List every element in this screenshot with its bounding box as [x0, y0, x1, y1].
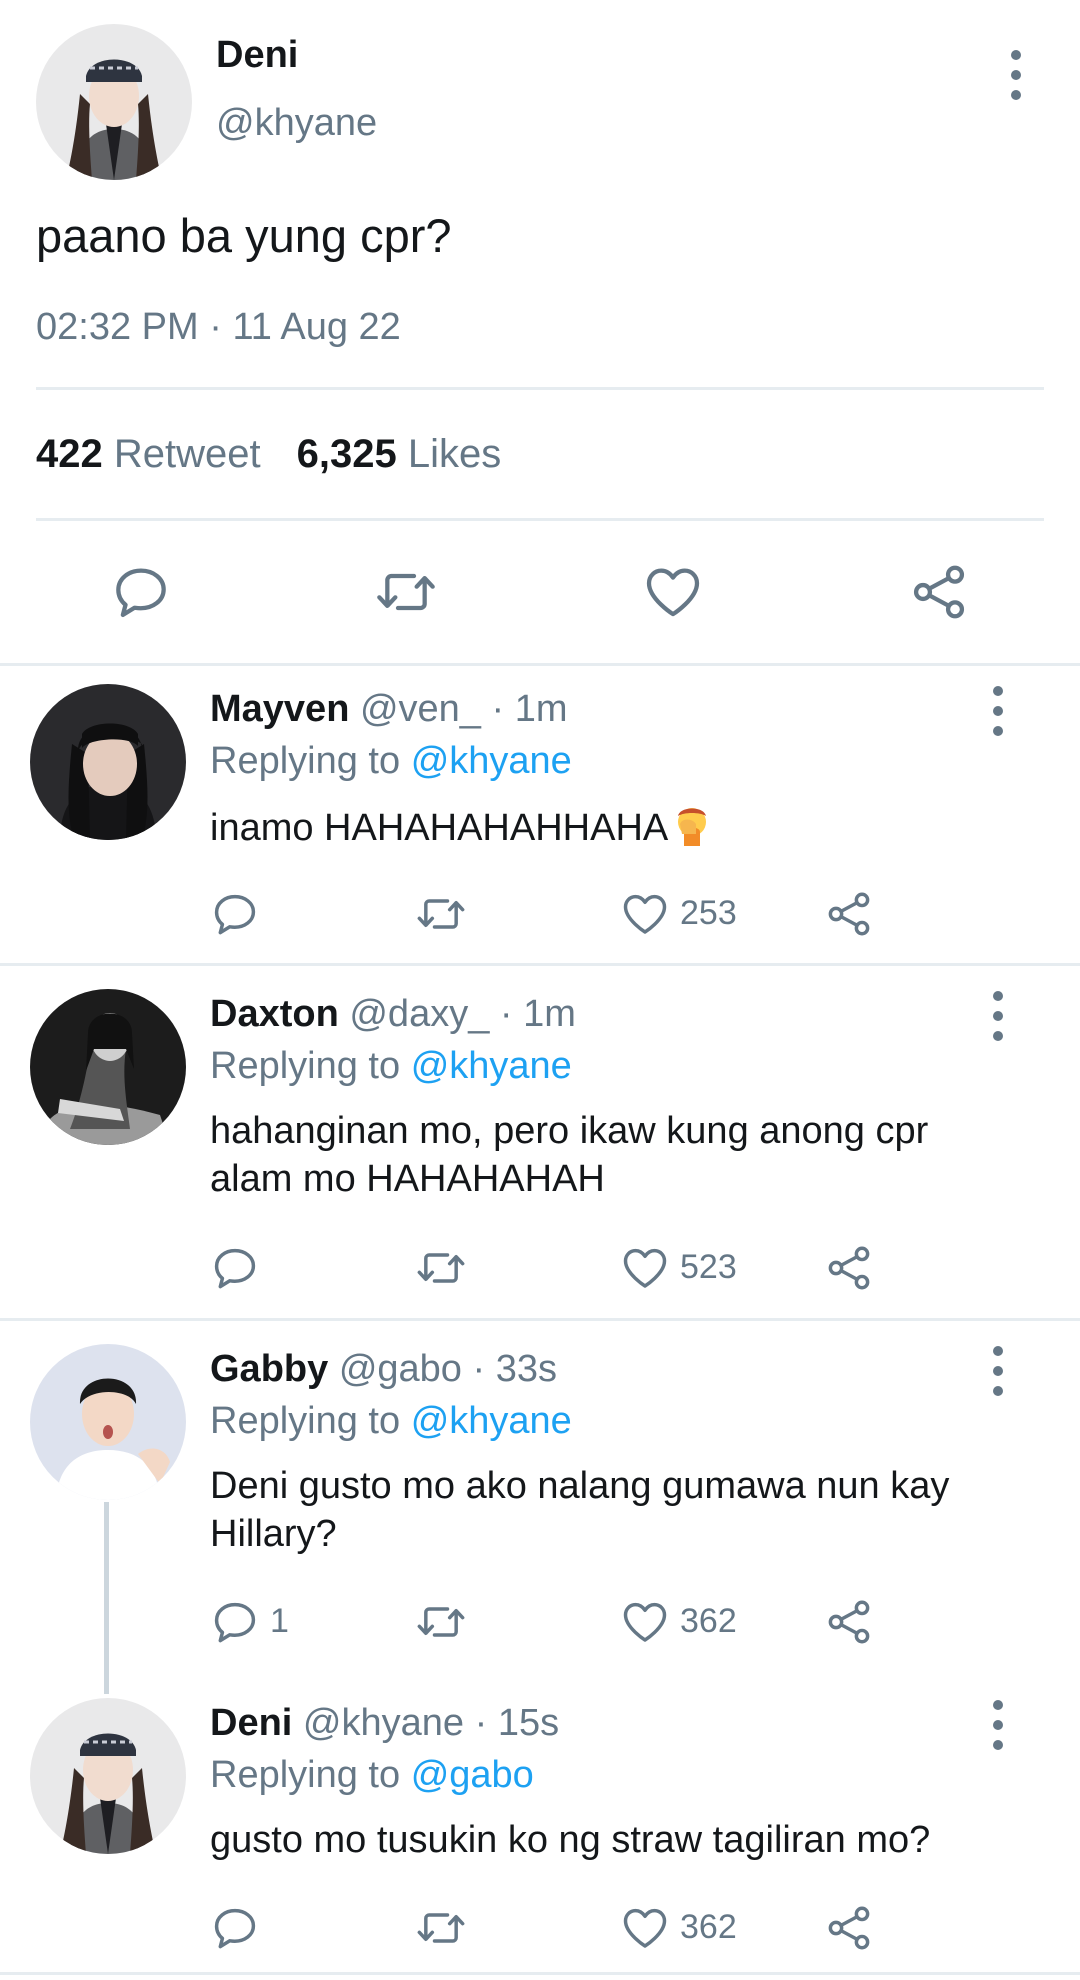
divider [0, 1972, 1080, 1975]
retweet-label: Retweet [113, 432, 261, 476]
share-icon[interactable] [823, 1596, 875, 1648]
avatar[interactable] [30, 1344, 186, 1500]
reply-text: gusto mo tusukin ko ng straw tagiliran m… [210, 1819, 931, 1861]
heart-icon[interactable] [619, 1902, 671, 1954]
share-icon[interactable] [823, 1902, 875, 1954]
divider [0, 1318, 1080, 1321]
more-vertical-icon[interactable] [986, 686, 1010, 736]
likes-count: 6,325 [296, 432, 397, 476]
retweet-arrows-icon[interactable] [415, 1902, 467, 1954]
reply-author-handle[interactable]: @ven_ [360, 688, 481, 730]
tweet-time: 02:32 PM [36, 306, 199, 348]
meta-separator: · [209, 306, 222, 348]
replying-mention-link[interactable]: @khyane [411, 740, 572, 782]
retweet-count: 422 [36, 432, 103, 476]
like-count: 362 [680, 1602, 737, 1640]
divider [36, 518, 1044, 521]
tweet-date: 11 Aug 22 [232, 306, 401, 348]
reply-text: Deni gusto mo ako nalang gumawa nun kay … [210, 1465, 950, 1555]
main-tweet-text: paano ba yung cpr? [36, 209, 452, 262]
reply-author-name[interactable]: Deni [210, 1702, 292, 1744]
main-author-handle[interactable]: @khyane [216, 102, 377, 145]
replying-to: Replying to @khyane [210, 1045, 572, 1088]
reply-header: Deni @khyane · 15s [210, 1702, 559, 1745]
reply-header: Daxton @daxy_ · 1m [210, 993, 576, 1036]
main-avatar[interactable] [36, 24, 192, 180]
retweet-stat[interactable]: 422 Retweet [36, 432, 261, 476]
divider [36, 387, 1044, 390]
reply-time: · 15s [474, 1702, 560, 1744]
main-tweet-timestamp: 02:32 PM · 11 Aug 22 [36, 306, 401, 349]
reply-bubble-icon[interactable] [209, 1902, 261, 1954]
like-count: 253 [680, 894, 737, 932]
reply-bubble-icon[interactable] [209, 888, 261, 940]
thread-connector-line [104, 1502, 109, 1694]
reply-time: · 1m [491, 688, 568, 730]
replying-to: Replying to @khyane [210, 740, 572, 783]
reply-time: · 33s [472, 1348, 557, 1390]
reply-header: Mayven @ven_ · 1m [210, 688, 568, 731]
replying-prefix: Replying to [210, 1400, 401, 1442]
likes-stat[interactable]: 6,325 Likes [297, 432, 502, 476]
divider [0, 663, 1080, 666]
reply-text-content: inamo HAHAHAHAHHAHA [210, 807, 669, 849]
reply-header: Gabby @gabo · 33s [210, 1348, 557, 1391]
avatar[interactable] [30, 684, 186, 840]
reply-bubble-icon[interactable] [109, 560, 173, 624]
replying-to: Replying to @gabo [210, 1754, 534, 1797]
share-icon[interactable] [823, 1242, 875, 1294]
replying-to: Replying to @khyane [210, 1400, 572, 1443]
more-vertical-icon[interactable] [986, 1346, 1010, 1396]
avatar[interactable] [30, 1698, 186, 1854]
reply-author-name[interactable]: Mayven [210, 688, 349, 730]
reply-text: inamo HAHAHAHAHHAHA [210, 802, 1030, 858]
replying-prefix: Replying to [210, 1045, 401, 1087]
heart-icon[interactable] [619, 888, 671, 940]
reply-author-handle[interactable]: @daxy_ [349, 993, 489, 1035]
retweet-arrows-icon[interactable] [415, 1596, 467, 1648]
more-vertical-icon[interactable] [986, 1700, 1010, 1750]
replying-mention-link[interactable]: @khyane [411, 1045, 572, 1087]
reply-author-handle[interactable]: @khyane [303, 1702, 464, 1744]
main-author-name[interactable]: Deni [216, 34, 298, 77]
share-icon[interactable] [823, 888, 875, 940]
reply-author-handle[interactable]: @gabo [339, 1348, 462, 1390]
retweet-arrows-icon[interactable] [415, 1242, 467, 1294]
reply-author-name[interactable]: Gabby [210, 1348, 328, 1390]
avatar[interactable] [30, 989, 186, 1145]
reply-author-name[interactable]: Daxton [210, 993, 339, 1035]
reply-bubble-icon[interactable] [209, 1242, 261, 1294]
reply-bubble-icon[interactable] [209, 1596, 261, 1648]
replying-prefix: Replying to [210, 740, 401, 782]
more-vertical-icon[interactable] [986, 991, 1010, 1041]
divider [0, 963, 1080, 966]
replying-mention-link[interactable]: @gabo [411, 1754, 534, 1796]
reply-time: · 1m [499, 993, 576, 1035]
retweet-arrows-icon[interactable] [415, 888, 467, 940]
like-count: 523 [680, 1248, 737, 1286]
facepalm-emoji [670, 802, 714, 858]
main-more-icon[interactable] [1004, 50, 1028, 100]
heart-icon[interactable] [641, 560, 705, 624]
replying-mention-link[interactable]: @khyane [411, 1400, 572, 1442]
likes-label: Likes [407, 432, 502, 476]
retweet-arrows-icon[interactable] [374, 560, 438, 624]
reply-text: hahanginan mo, pero ikaw kung anong cpr … [210, 1110, 929, 1200]
like-count: 362 [680, 1908, 737, 1946]
share-icon[interactable] [907, 560, 971, 624]
reply-count: 1 [270, 1602, 289, 1640]
heart-icon[interactable] [619, 1242, 671, 1294]
tweet-stats: 422 Retweet 6,325 Likes [36, 432, 501, 477]
heart-icon[interactable] [619, 1596, 671, 1648]
replying-prefix: Replying to [210, 1754, 401, 1796]
